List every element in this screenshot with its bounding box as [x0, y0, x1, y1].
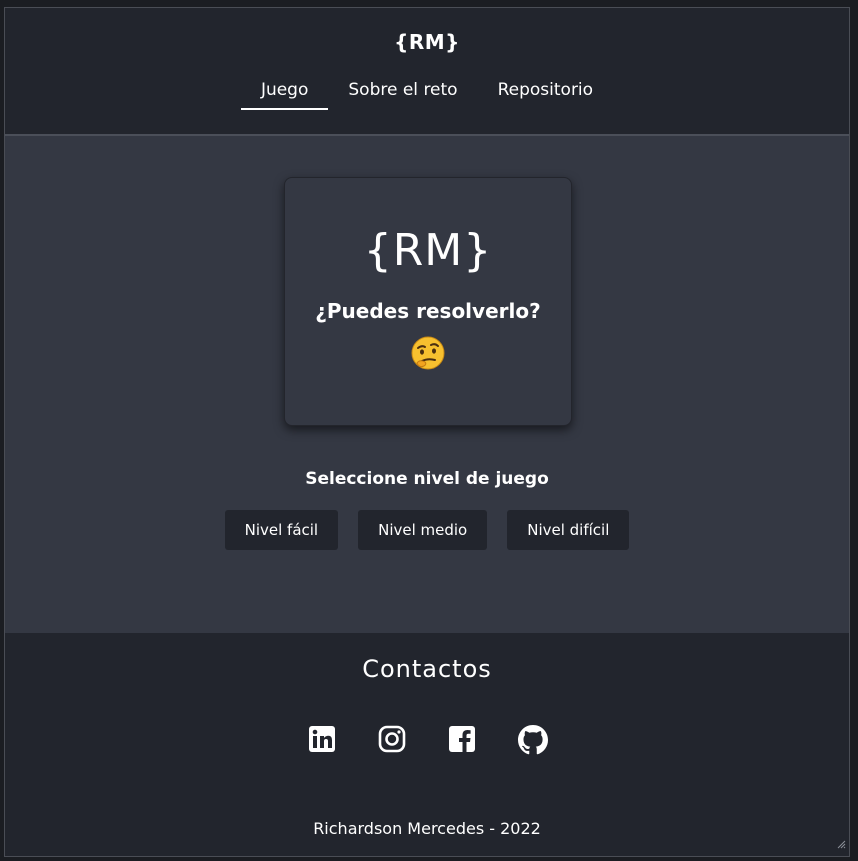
site-header: {RM} Juego Sobre el reto Repositorio	[5, 8, 849, 136]
app-window: {RM} Juego Sobre el reto Repositorio {RM…	[4, 7, 850, 857]
instagram-icon[interactable]	[378, 725, 406, 753]
linkedin-icon[interactable]	[308, 725, 336, 753]
brand-logo[interactable]: {RM}	[5, 30, 849, 54]
site-footer: Contactos Richardson Mercedes - 2022	[5, 633, 849, 856]
resize-grip-icon[interactable]	[836, 834, 846, 853]
game-card: {RM} ¿Puedes resolverlo?	[284, 177, 572, 426]
card-title: {RM}	[363, 225, 493, 276]
social-links	[5, 725, 849, 755]
card-question: ¿Puedes resolverlo?	[315, 299, 541, 323]
game-section: {RM} ¿Puedes resolverlo? Seleccione nive…	[5, 136, 849, 633]
level-title: Seleccione nivel de juego	[305, 469, 549, 489]
main-nav: Juego Sobre el reto Repositorio	[5, 76, 849, 110]
medium-level-button[interactable]: Nivel medio	[358, 510, 488, 550]
github-icon[interactable]	[518, 725, 548, 755]
contacts-title: Contactos	[362, 655, 492, 683]
level-buttons: Nivel fácil Nivel medio Nivel difícil	[5, 510, 849, 550]
hard-level-button[interactable]: Nivel difícil	[507, 510, 630, 550]
copyright-text: Richardson Mercedes - 2022	[313, 819, 541, 838]
tab-repositorio[interactable]: Repositorio	[478, 76, 613, 110]
facebook-icon[interactable]	[448, 725, 476, 753]
tab-juego[interactable]: Juego	[240, 76, 329, 110]
thinking-face-icon	[285, 335, 571, 371]
easy-level-button[interactable]: Nivel fácil	[224, 510, 339, 550]
tab-sobre-el-reto[interactable]: Sobre el reto	[328, 76, 477, 110]
